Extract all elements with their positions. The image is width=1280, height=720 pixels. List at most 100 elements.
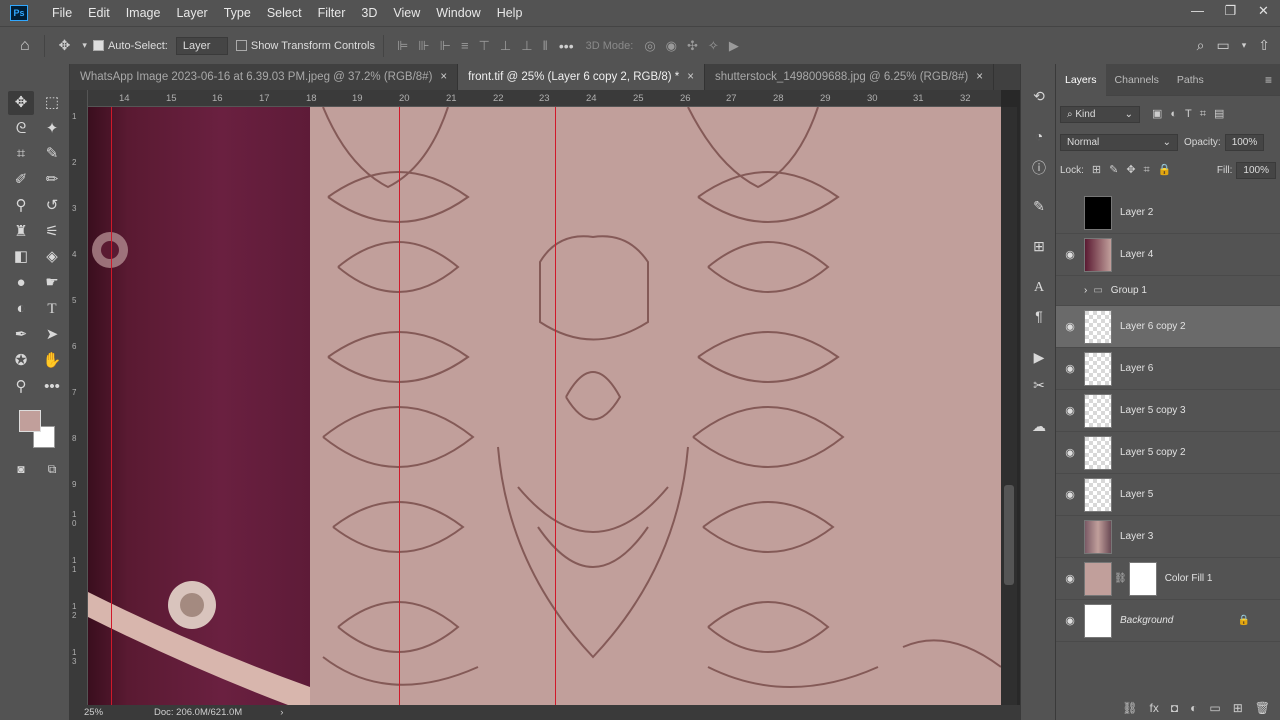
horizontal-ruler[interactable]: 14 15 16 17 18 19 20 21 22 23 24 25 26 2… [88, 90, 1001, 107]
lock-icons[interactable]: ⊞✎✥⌗🔒 [1092, 163, 1180, 177]
link-icon[interactable]: ⛓ [1114, 573, 1127, 584]
adjustment-layer-icon[interactable]: ◐ [1190, 701, 1197, 715]
home-icon[interactable]: ⌂ [20, 37, 30, 55]
guide-line[interactable] [555, 107, 556, 705]
menu-3d[interactable]: 3D [353, 6, 385, 20]
layer-row-layer-2[interactable]: Layer 2 [1056, 192, 1280, 234]
add-mask-icon[interactable]: ◘ [1171, 701, 1178, 715]
tab-shutterstock[interactable]: shutterstock_1498009688.jpg @ 6.25% (RGB… [705, 64, 994, 90]
layer-row-group-1[interactable]: › ▭ Group 1 [1056, 276, 1280, 306]
close-tab-icon[interactable]: × [440, 71, 447, 83]
eye-icon[interactable]: ◉ [1056, 572, 1084, 585]
close-tab-icon[interactable]: × [687, 71, 694, 83]
3d-drag-icon[interactable]: ✣ [687, 38, 698, 54]
lasso-tool-icon[interactable]: ᘓ [8, 117, 34, 141]
new-group-icon[interactable]: ▭ [1209, 701, 1220, 715]
menu-filter[interactable]: Filter [310, 6, 354, 20]
menu-type[interactable]: Type [216, 6, 259, 20]
eraser-icon[interactable]: ◧ [8, 245, 34, 269]
panel-menu-icon[interactable]: ≡ [1265, 73, 1272, 87]
screen-mode-icon[interactable]: ⧉ [39, 457, 65, 481]
quick-mask-icon[interactable]: ◙ [8, 457, 34, 481]
align-left-icon[interactable]: ⊫ [397, 38, 408, 54]
opacity-input[interactable]: 100% [1224, 133, 1265, 151]
crop-tool-icon[interactable]: ⌗ [8, 142, 34, 166]
delete-layer-icon[interactable]: 🗑 [1255, 701, 1270, 715]
shape-tool-icon[interactable]: ✪ [8, 349, 34, 373]
clone-stamp-icon[interactable]: ⚲ [8, 194, 34, 218]
close-window-button[interactable]: ✕ [1247, 0, 1280, 26]
menu-layer[interactable]: Layer [168, 6, 215, 20]
tool-presets-icon[interactable]: ✂ [1029, 375, 1049, 395]
paragraph-panel-icon[interactable]: ¶ [1029, 306, 1049, 326]
more-tools-icon[interactable]: ••• [39, 375, 65, 399]
3d-rotate-icon[interactable]: ◎ [644, 38, 655, 54]
tab-paths[interactable]: Paths [1168, 64, 1213, 96]
tab-front-tif[interactable]: front.tif @ 25% (Layer 6 copy 2, RGB/8) … [458, 64, 705, 90]
libraries-panel-icon[interactable]: ☁ [1029, 416, 1049, 436]
layer-row-layer-6[interactable]: ◉ Layer 6 [1056, 348, 1280, 390]
menu-select[interactable]: Select [259, 6, 310, 20]
info-panel-icon[interactable]: ⓘ [1029, 158, 1049, 178]
3d-slide-icon[interactable]: ✧ [708, 38, 719, 54]
brush-panel-icon[interactable]: ✎ [1029, 196, 1049, 216]
eye-icon[interactable]: ◉ [1056, 614, 1084, 627]
menu-help[interactable]: Help [489, 6, 531, 20]
tab-whatsapp-image[interactable]: WhatsApp Image 2023-06-16 at 6.39.03 PM.… [70, 64, 459, 90]
smudge-icon[interactable]: ☛ [39, 271, 65, 295]
chevron-down-icon[interactable]: ▾ [82, 40, 87, 51]
pencil-icon[interactable]: ✏ [39, 168, 65, 192]
fx-icon[interactable]: fx [1150, 701, 1159, 715]
marquee-tool-icon[interactable]: ⬚ [39, 91, 65, 115]
layer-row-background[interactable]: ◉ Background 🔒 [1056, 600, 1280, 642]
magic-wand-icon[interactable]: ✦ [39, 117, 65, 141]
tab-layers[interactable]: Layers [1056, 63, 1106, 96]
vertical-scrollbar[interactable] [1001, 107, 1017, 705]
more-options-icon[interactable]: ••• [559, 38, 574, 54]
show-transform-checkbox[interactable] [235, 40, 247, 51]
layer-row-layer-5[interactable]: ◉ Layer 5 [1056, 474, 1280, 516]
eyedropper-icon[interactable]: ✎ [39, 142, 65, 166]
align-middle-icon[interactable]: ⊥ [500, 38, 511, 54]
chevron-right-icon[interactable]: › [1084, 285, 1087, 296]
stamp-icon[interactable]: ♜ [8, 220, 34, 244]
path-select-icon[interactable]: ➤ [39, 323, 65, 347]
blend-mode-dropdown[interactable]: Normal ⌄ [1060, 133, 1178, 151]
workspace-icon[interactable]: ▭ [1217, 37, 1230, 54]
hand-tool-icon[interactable]: ✋ [39, 349, 65, 373]
chevron-down-icon[interactable]: ▾ [1242, 40, 1247, 51]
color-panel-icon[interactable]: ◔ [1029, 126, 1049, 146]
eye-icon[interactable]: ◉ [1056, 404, 1084, 417]
eye-icon[interactable]: ◉ [1056, 248, 1084, 261]
dodge-icon[interactable]: ◐ [8, 297, 34, 321]
eye-icon[interactable]: ◉ [1056, 446, 1084, 459]
adjustments-panel-icon[interactable]: ⊞ [1029, 236, 1049, 256]
guide-line[interactable] [111, 107, 112, 705]
distribute-h-icon[interactable]: ‖ [543, 38, 548, 53]
layer-row-layer-5-copy-2[interactable]: ◉ Layer 5 copy 2 [1056, 432, 1280, 474]
close-tab-icon[interactable]: × [976, 71, 983, 83]
link-layers-icon[interactable]: ⛓ [1122, 701, 1137, 715]
history-brush-icon[interactable]: ↺ [39, 194, 65, 218]
layer-row-layer-6-copy-2[interactable]: ◉ Layer 6 copy 2 [1056, 306, 1280, 348]
layer-row-layer-5-copy-3[interactable]: ◉ Layer 5 copy 3 [1056, 390, 1280, 432]
actions-panel-icon[interactable]: ▶ [1029, 347, 1049, 367]
paint-bucket-icon[interactable]: ◈ [39, 245, 65, 269]
3d-roll-icon[interactable]: ◉ [666, 38, 677, 54]
character-panel-icon[interactable]: A [1029, 278, 1049, 298]
tab-channels[interactable]: Channels [1106, 64, 1168, 96]
layer-row-color-fill-1[interactable]: ◉ ⛓ Color Fill 1 [1056, 558, 1280, 600]
pen-tool-icon[interactable]: ✒ [8, 323, 34, 347]
eye-icon[interactable]: ◉ [1056, 320, 1084, 333]
menu-view[interactable]: View [385, 6, 428, 20]
filter-kind-dropdown[interactable]: ⌕ Kind ⌄ [1060, 105, 1140, 123]
move-tool-icon[interactable]: ✥ [59, 37, 71, 54]
new-layer-icon[interactable]: ⊞ [1233, 701, 1243, 715]
auto-select-dropdown[interactable]: Layer [175, 36, 228, 55]
filter-icons[interactable]: ▣◐T⌗▤ [1152, 107, 1232, 121]
fill-input[interactable]: 100% [1236, 161, 1276, 179]
type-tool-icon[interactable]: T [39, 297, 65, 321]
guide-line[interactable] [399, 107, 400, 705]
foreground-color-swatch[interactable] [19, 410, 41, 432]
align-right-icon[interactable]: ⊩ [440, 38, 451, 54]
